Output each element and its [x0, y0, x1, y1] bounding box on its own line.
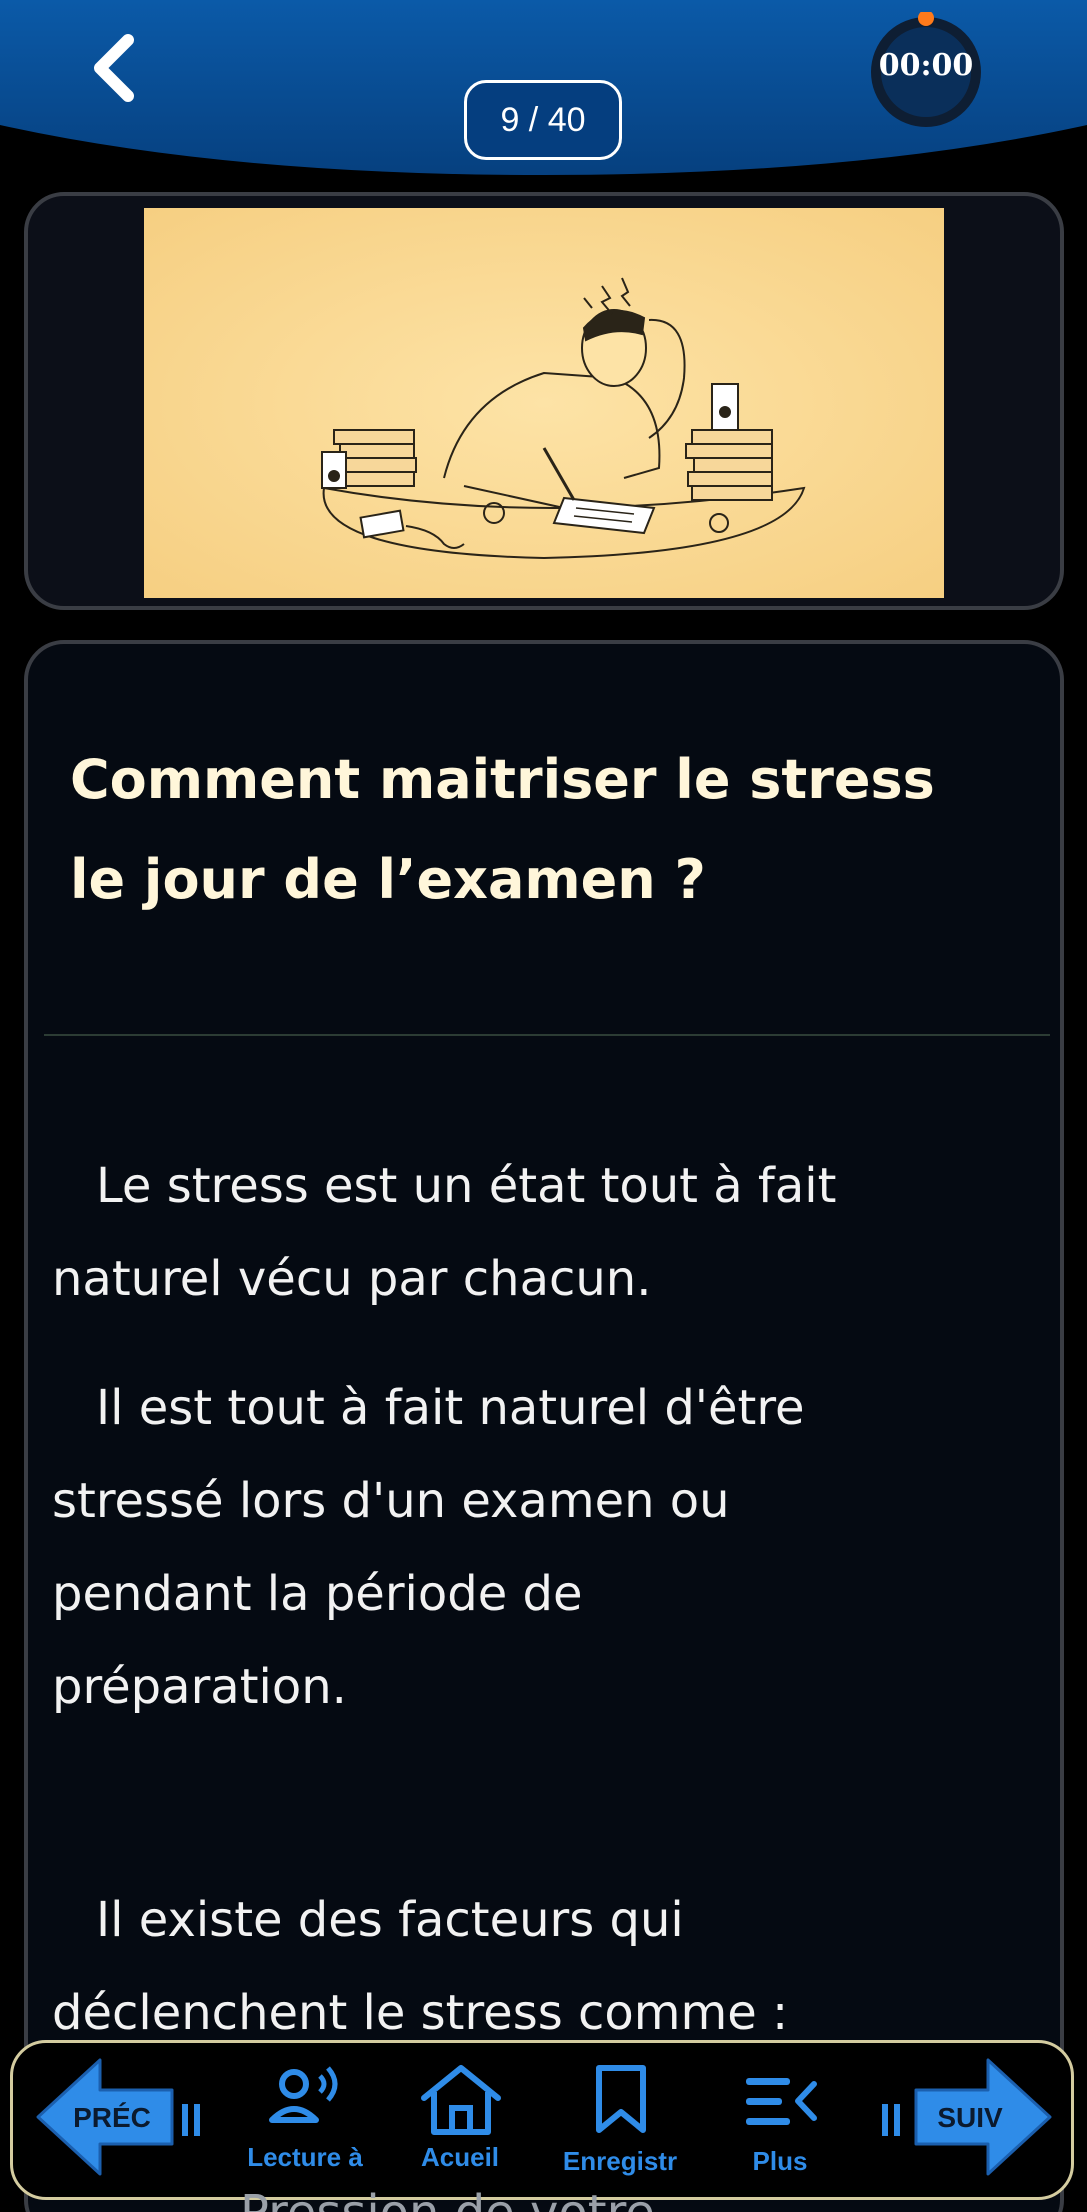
paragraph-3: Il existe des facteurs qui déclenchent l…	[52, 1874, 1012, 2060]
next-bars-icon	[882, 2104, 900, 2136]
lesson-title: Comment maitriser le stress le jour de l…	[70, 730, 1030, 930]
paragraph-line: pendant la période de	[52, 1566, 583, 1622]
lesson-title-line: le jour de l’examen ?	[70, 848, 706, 911]
prev-button-label[interactable]: PRÉC	[62, 2102, 162, 2134]
paragraph-line: Il est tout à fait naturel d'être	[96, 1380, 805, 1436]
paragraph-line: préparation.	[52, 1659, 347, 1715]
paragraph-line: Il existe des facteurs qui	[96, 1892, 684, 1948]
nav-item-more[interactable]: Plus	[710, 2060, 850, 2190]
paragraph-1: Le stress est un état tout à fait nature…	[52, 1140, 1012, 1326]
paragraph-line: stressé lors d'un examen ou	[52, 1473, 730, 1529]
read-aloud-icon	[269, 2066, 338, 2123]
nav-label: Acueil	[420, 2142, 500, 2172]
menu-more-icon	[746, 2078, 817, 2125]
paragraph-2: Il est tout à fait naturel d'être stress…	[52, 1362, 1012, 1734]
nav-label: Lecture à	[247, 2142, 363, 2172]
prev-bars-icon	[182, 2104, 200, 2136]
home-icon	[421, 2065, 501, 2135]
nav-label: Plus	[752, 2146, 808, 2176]
timer-display: 00:00	[878, 48, 974, 83]
paragraph-line: naturel vécu par chacun.	[52, 1251, 652, 1307]
lesson-title-line: Comment maitriser le stress	[70, 748, 935, 811]
back-chevron-icon[interactable]	[80, 28, 150, 108]
nav-item-bookmark[interactable]: Enregistr	[545, 2060, 695, 2190]
stressed-student-illustration	[144, 208, 944, 598]
bookmark-icon	[596, 2065, 646, 2133]
divider	[44, 1034, 1050, 1036]
question-counter: 9 / 40	[464, 80, 622, 160]
next-button-label[interactable]: SUIV	[920, 2102, 1020, 2134]
nav-item-home[interactable]: Acueil	[390, 2060, 530, 2190]
nav-item-read-aloud[interactable]: Lecture à	[230, 2060, 380, 2190]
nav-label: Enregistr	[562, 2146, 678, 2176]
paragraph-continuation: Pression de votre	[240, 2185, 840, 2212]
paragraph-line: Le stress est un état tout à fait	[96, 1158, 837, 1214]
